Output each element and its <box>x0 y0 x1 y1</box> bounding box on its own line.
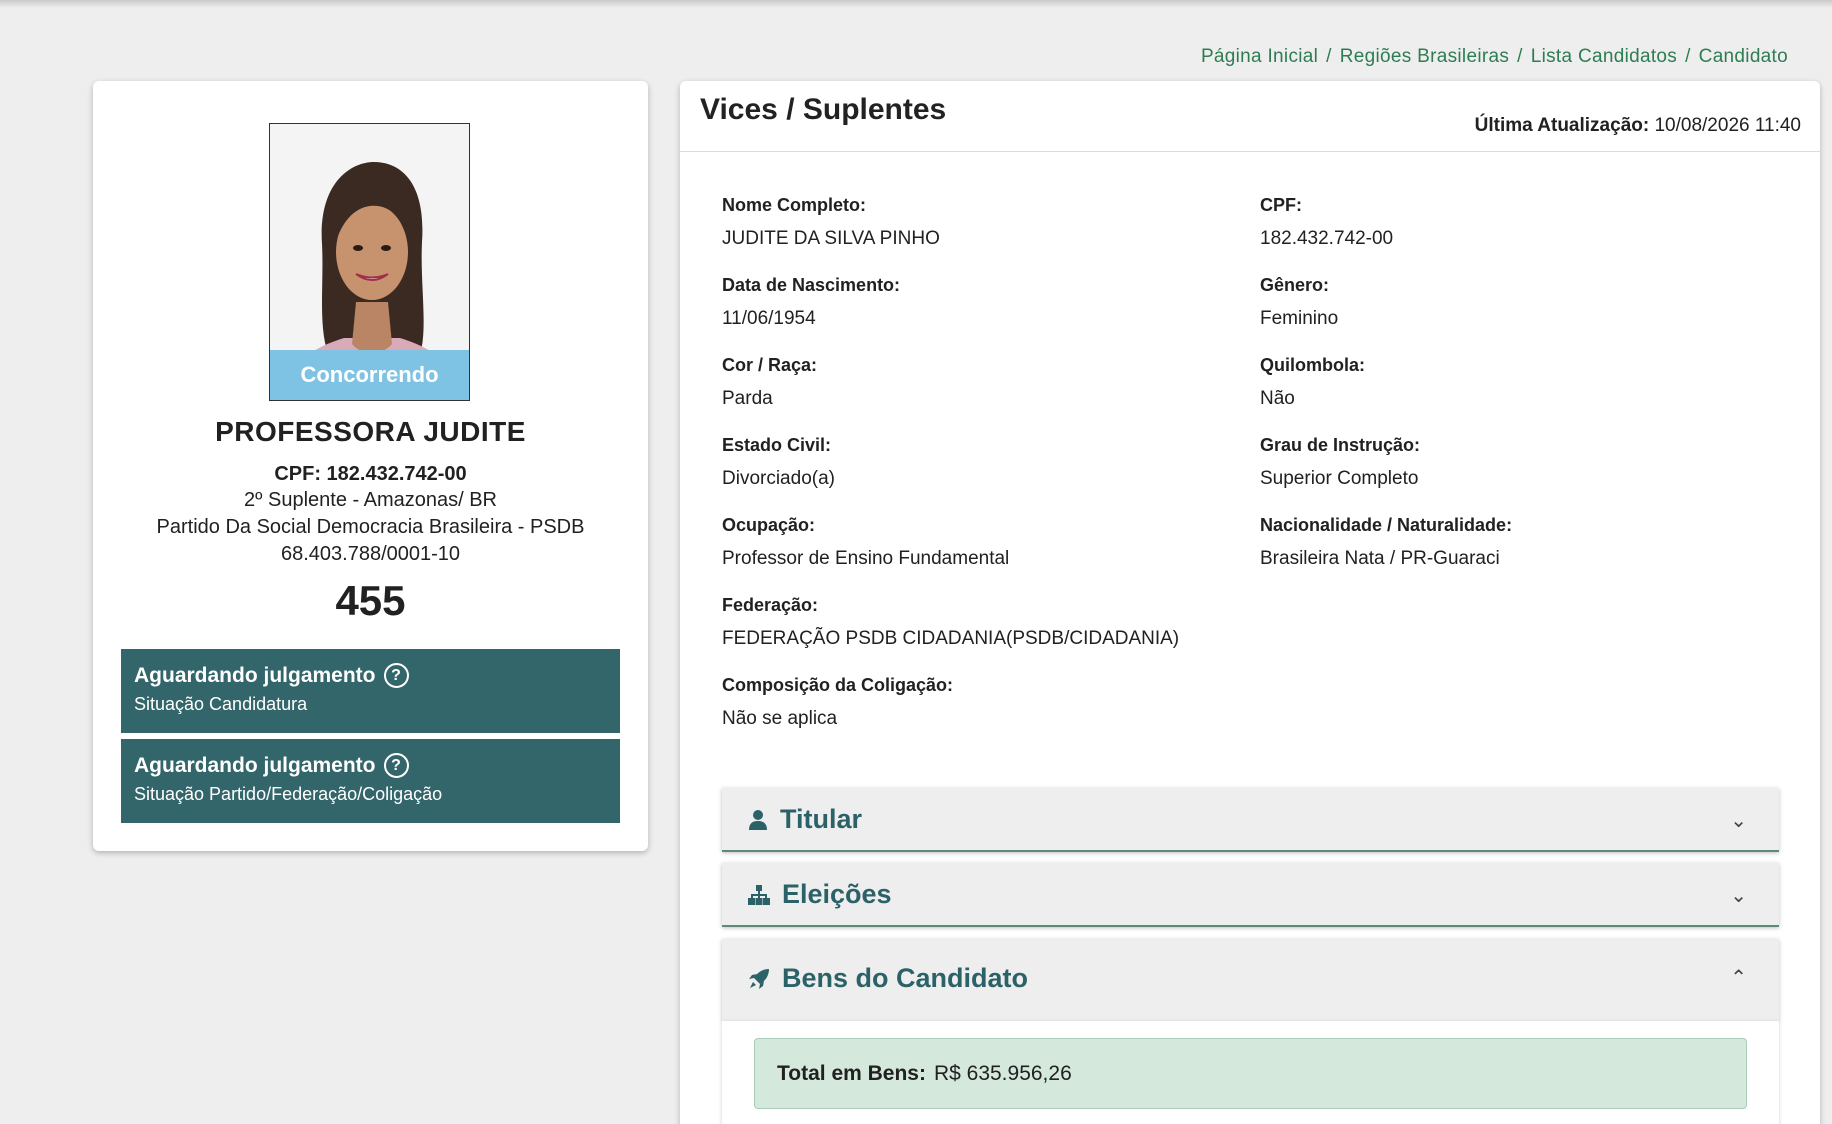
help-icon[interactable]: ? <box>383 753 409 778</box>
field-coligacao: Composição da Coligação: Não se aplica <box>722 675 954 729</box>
candidate-name: PROFESSORA JUDITE <box>215 416 526 447</box>
total-bens-label: Total em Bens: <box>777 1061 926 1085</box>
candidate-number: 455 <box>335 577 406 624</box>
candidate-cpf: CPF: 182.432.742-00 <box>274 463 467 485</box>
details-card: Vices / Suplentes Última Atualização: 10… <box>680 81 1820 1124</box>
field-cor-raca: Cor / Raça: Parda <box>722 355 818 409</box>
breadcrumb-regioes[interactable]: Regiões Brasileiras <box>1340 46 1509 67</box>
situacao-partido-subtitle: Situação Partido/Federação/Coligação <box>134 784 443 804</box>
field-federacao: Federação: FEDERAÇÃO PSDB CIDADANIA(PSDB… <box>722 595 1180 649</box>
field-quilombola: Quilombola: Não <box>1260 355 1365 409</box>
candidate-cnpj: 68.403.788/0001-10 <box>280 543 461 565</box>
chevron-down-icon: ⌄ <box>1730 810 1747 832</box>
top-shadow <box>0 0 1832 8</box>
breadcrumb-lista-candidatos[interactable]: Lista Candidatos <box>1531 46 1677 67</box>
candidate-cargo: 2º Suplente - Amazonas/ BR <box>244 489 497 511</box>
breadcrumb: Página Inicial / Regiões Brasileiras / Lista… <box>1200 46 1788 67</box>
field-nacionalidade: Nacionalidade / Naturalidade: Brasileira… <box>1260 515 1513 569</box>
total-bens-alert: Total em Bens: R$ 635.956,26 <box>754 1038 1747 1109</box>
field-genero: Gênero: Feminino <box>1260 275 1339 329</box>
field-grau-instrucao: Grau de Instrução: Superior Completo <box>1260 435 1421 489</box>
status-ribbon: Concorrendo <box>270 350 469 400</box>
field-estado-civil: Estado Civil: Divorciado(a) <box>722 435 835 489</box>
accordion-eleicoes-label: Eleições <box>782 879 892 909</box>
field-cpf: CPF: 182.432.742-00 <box>1260 195 1394 249</box>
accordion-bens-label: Bens do Candidato <box>782 963 1029 993</box>
accordion-titular-label: Titular <box>780 804 863 834</box>
total-bens-value: R$ 635.956,26 <box>933 1061 1072 1085</box>
bens-panel: Total em Bens: R$ 635.956,26 <box>722 1021 1779 1124</box>
field-ocupacao: Ocupação: Professor de Ensino Fundamenta… <box>722 515 1010 569</box>
accordion-eleicoes[interactable]: Eleições ⌄ <box>722 863 1779 927</box>
candidate-photo: Concorrendo <box>269 123 470 401</box>
situacao-partido-title: Aguardando julgamento <box>134 753 376 777</box>
rocket-icon <box>749 968 769 989</box>
situacao-candidatura: Aguardando julgamento ? Situação Candida… <box>121 649 620 733</box>
accordion-titular[interactable]: Titular ⌄ <box>722 788 1779 852</box>
breadcrumb-candidato[interactable]: Candidato <box>1699 46 1788 67</box>
field-nome: Nome Completo: JUDITE DA SILVA PINHO <box>722 195 940 249</box>
help-icon[interactable]: ? <box>383 663 409 688</box>
field-nascimento: Data de Nascimento: 11/06/1954 <box>722 275 901 329</box>
situacao-partido: Aguardando julgamento ? Situação Partido… <box>121 739 620 823</box>
details-header: Vices / Suplentes Última Atualização: 10… <box>680 81 1820 152</box>
last-update-label: Última Atualização: <box>1474 115 1650 136</box>
chevron-up-icon: ⌃ <box>1730 967 1747 989</box>
profile-card: Concorrendo PROFESSORA JUDITE CPF: 182.4… <box>93 81 648 851</box>
last-update-value: 10/08/2026 11:40 <box>1654 115 1801 136</box>
situacao-candidatura-subtitle: Situação Candidatura <box>134 694 308 714</box>
last-update: Última Atualização: 10/08/2026 11:40 <box>1475 115 1801 137</box>
accordion-bens[interactable]: Bens do Candidato ⌃ <box>722 939 1779 1021</box>
situacao-candidatura-title: Aguardando julgamento <box>134 663 376 687</box>
breadcrumb-home[interactable]: Página Inicial <box>1201 46 1318 67</box>
chevron-down-icon: ⌄ <box>1730 885 1747 907</box>
user-icon <box>749 809 767 830</box>
candidate-partido: Partido Da Social Democracia Brasileira … <box>156 516 585 538</box>
page-title: Vices / Suplentes <box>700 93 947 126</box>
sitemap-icon <box>748 884 770 905</box>
